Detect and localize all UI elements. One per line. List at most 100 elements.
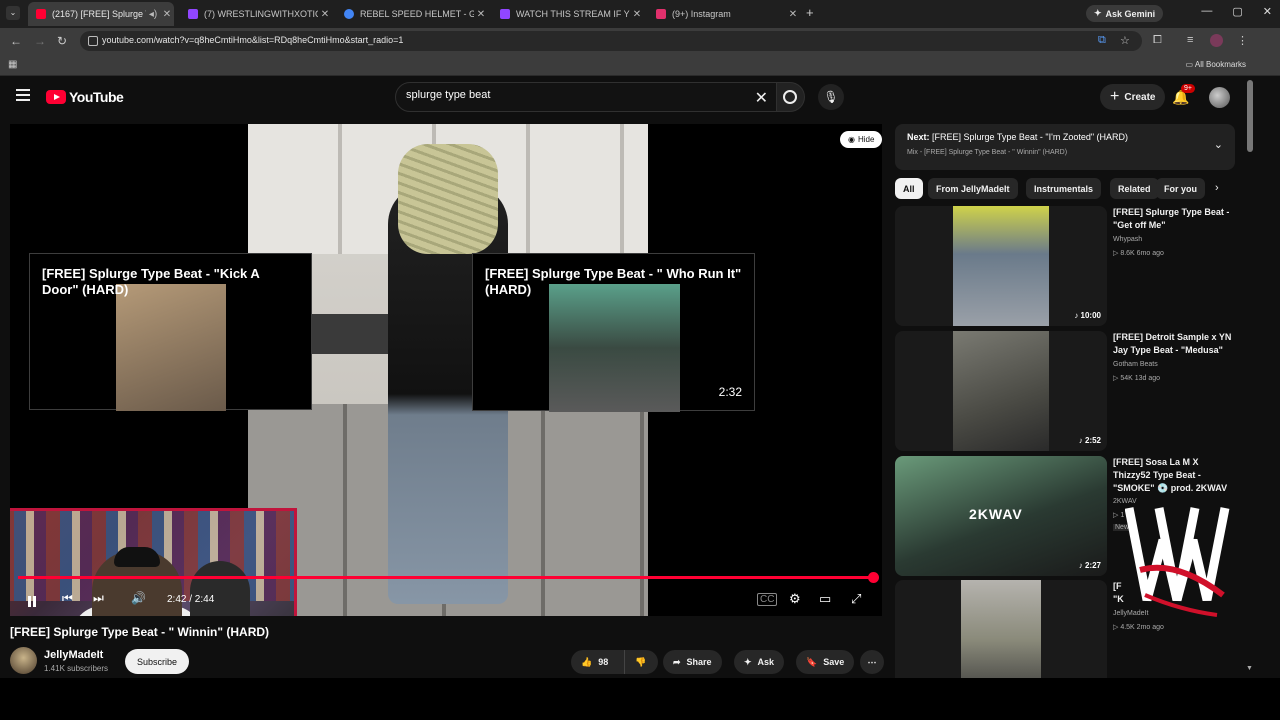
tab-close-icon[interactable]: ✕	[474, 9, 488, 20]
title-line-2: "K	[1113, 594, 1124, 604]
endcard-title: [FREE] Splurge Type Beat - "Kick A Door"…	[42, 266, 260, 297]
chip-instrumentals[interactable]: Instrumentals	[1026, 178, 1102, 199]
chevron-down-icon[interactable]: ⌄	[1214, 138, 1223, 151]
close-window-icon[interactable]: ✕	[1263, 5, 1272, 18]
thumbs-up-icon: 👍	[581, 656, 593, 667]
kebab-menu-icon[interactable]: ⋮	[1237, 34, 1248, 47]
url-text: youtube.com/watch?v=q8heCmtiHmo&list=RDq…	[102, 35, 404, 45]
clear-search-icon[interactable]: ✕	[755, 88, 768, 108]
tab-title: (7) WRESTLINGWITHXOTICSLIV	[204, 9, 318, 19]
tab-title: WATCH THIS STREAM IF YOU A	[516, 9, 630, 19]
browser-tab-4[interactable]: WATCH THIS STREAM IF YOU A ✕	[492, 4, 644, 24]
recommended-video-1[interactable]: ♪ 10:00 [FREE] Splurge Type Beat - "Get …	[895, 206, 1235, 326]
account-avatar[interactable]	[1209, 87, 1230, 108]
next-prefix: Next:	[907, 132, 930, 142]
browser-tab-5[interactable]: (9+) Instagram ✕	[648, 4, 800, 24]
subscribe-button[interactable]: Subscribe	[125, 649, 190, 674]
subscriber-count: 1.41K subscribers	[44, 664, 109, 673]
tab-title: (2167) [FREE] Splurge Type	[52, 9, 146, 19]
scrubber-handle[interactable]	[867, 572, 879, 583]
youtube-wordmark: YouTube	[69, 89, 124, 105]
bookmark-star-icon[interactable]: ☆	[1120, 34, 1130, 47]
share-button[interactable]: ➦ Share	[663, 650, 722, 674]
more-actions-button[interactable]: ⋯	[860, 650, 884, 674]
notifications-bell-icon[interactable]: 🔔 9+	[1172, 84, 1195, 106]
ask-gemini-button[interactable]: ✦ Ask Gemini	[1086, 5, 1164, 22]
site-info-icon[interactable]	[88, 36, 98, 46]
hamburger-menu-icon[interactable]	[16, 89, 30, 101]
maximize-icon[interactable]: ▢	[1232, 5, 1242, 18]
time-display: 2:42 / 2:44	[167, 594, 215, 605]
video-thumbnail: 2KWAV ♪ 2:27	[895, 456, 1107, 576]
channel-name[interactable]: JellyMadeIt	[44, 649, 103, 661]
search-button[interactable]	[777, 82, 805, 112]
tab-close-icon[interactable]: ✕	[160, 9, 174, 20]
youtube-favicon-icon	[36, 9, 46, 19]
title-line-1: [F	[1113, 581, 1122, 591]
volume-icon[interactable]: 🔊	[131, 591, 146, 605]
channel-name: Whypash	[1113, 236, 1143, 243]
thumbs-down-icon: 👎	[635, 656, 647, 667]
next-icon[interactable]: ⏭	[93, 591, 104, 606]
scroll-down-arrow-icon[interactable]: ▼	[1246, 665, 1253, 672]
endscreen-video-card-2[interactable]: [FREE] Splurge Type Beat - " Who Run It"…	[472, 253, 755, 412]
tab-close-icon[interactable]: ✕	[786, 9, 800, 20]
recommended-video-2[interactable]: ♪ 2:52 [FREE] Detroit Sample x YN Jay Ty…	[895, 331, 1235, 451]
wwe-logo-overlay	[1125, 507, 1230, 617]
browser-tab-3[interactable]: REBEL SPEED HELMET - Googl ✕	[336, 4, 488, 24]
chip-for-you[interactable]: For you	[1156, 178, 1205, 199]
bookmarks-bar: ▦ ▭ All Bookmarks	[0, 54, 1280, 76]
browser-tab-1[interactable]: (2167) [FREE] Splurge Type ◂) ✕	[28, 2, 174, 26]
search-input[interactable]	[406, 89, 736, 101]
dislike-button[interactable]: 👎	[624, 650, 658, 674]
youtube-logo[interactable]: YouTube	[46, 89, 124, 105]
minimize-icon[interactable]: —	[1201, 5, 1212, 18]
voice-search-mic-icon[interactable]: 🎙	[818, 84, 844, 110]
duration-badge: ♪ 2:27	[1078, 561, 1101, 570]
hide-endscreen-button[interactable]: ◉ Hide	[840, 131, 882, 148]
video-title: [FREE] Splurge Type Beat - " Winnin" (HA…	[10, 625, 270, 639]
theater-mode-icon[interactable]: ▭	[819, 591, 831, 607]
profile-avatar-icon[interactable]	[1210, 34, 1223, 47]
spark-icon: ✦	[744, 656, 752, 667]
apps-grid-icon[interactable]: ▦	[8, 59, 17, 70]
chip-related[interactable]: Related	[1110, 178, 1159, 199]
ask-button[interactable]: ✦ Ask	[734, 650, 785, 674]
notification-badge: 9+	[1181, 84, 1195, 93]
settings-gear-icon[interactable]: ⚙	[789, 591, 801, 607]
fullscreen-icon[interactable]: ⤢	[851, 591, 861, 607]
speaker-icon[interactable]: ◂)	[146, 9, 160, 20]
up-next-box[interactable]: Next: [FREE] Splurge Type Beat - "I'm Zo…	[895, 124, 1235, 170]
captions-icon[interactable]: CC	[757, 593, 778, 606]
share-arrow-icon: ➦	[673, 656, 681, 667]
forward-arrow-icon[interactable]: →	[34, 34, 46, 48]
browser-tab-2[interactable]: (7) WRESTLINGWITHXOTICSLIV ✕	[180, 4, 332, 24]
like-button[interactable]: 👍 98	[571, 650, 624, 674]
tab-search-button[interactable]: ⌄	[6, 6, 20, 20]
media-control-icon[interactable]: ≡	[1187, 34, 1193, 46]
save-button[interactable]: 🔖 Save	[796, 650, 855, 674]
progress-bar[interactable]	[18, 572, 879, 583]
all-bookmarks-button[interactable]: ▭ All Bookmarks	[1186, 60, 1246, 69]
new-tab-button[interactable]: +	[806, 5, 814, 20]
chip-all[interactable]: All	[895, 178, 923, 199]
page-scrollbar[interactable]	[1247, 80, 1253, 152]
back-arrow-icon[interactable]: ←	[10, 34, 22, 48]
video-meta: ▷ 54K 13d ago	[1113, 375, 1161, 382]
ask-gemini-label: Ask Gemini	[1105, 8, 1156, 19]
address-bar[interactable]: youtube.com/watch?v=q8heCmtiHmo&list=RDq…	[80, 31, 1142, 51]
pause-icon[interactable]	[26, 594, 38, 608]
translate-icon[interactable]: ⧉	[1098, 34, 1106, 47]
chevron-right-icon[interactable]: ›	[1215, 182, 1219, 194]
endscreen-video-card-1[interactable]: [FREE] Splurge Type Beat - "Kick A Door"…	[29, 253, 312, 411]
player-controls: ⏮ ⏭ 🔊 2:42 / 2:44 CC ⚙ ▭ ⤢	[10, 586, 882, 616]
video-player[interactable]: ◉ Hide [FREE] Splurge Type Beat - "Kick …	[10, 124, 882, 616]
channel-avatar[interactable]	[10, 647, 37, 674]
previous-icon[interactable]: ⏮	[62, 591, 73, 606]
chip-from-channel[interactable]: From JellyMadeIt	[928, 178, 1018, 199]
extensions-icon[interactable]: ⧠	[1153, 34, 1162, 47]
tab-close-icon[interactable]: ✕	[630, 9, 644, 20]
reload-icon[interactable]: ↻	[57, 34, 67, 48]
tab-close-icon[interactable]: ✕	[318, 9, 332, 20]
create-button[interactable]: + Create	[1100, 84, 1166, 110]
